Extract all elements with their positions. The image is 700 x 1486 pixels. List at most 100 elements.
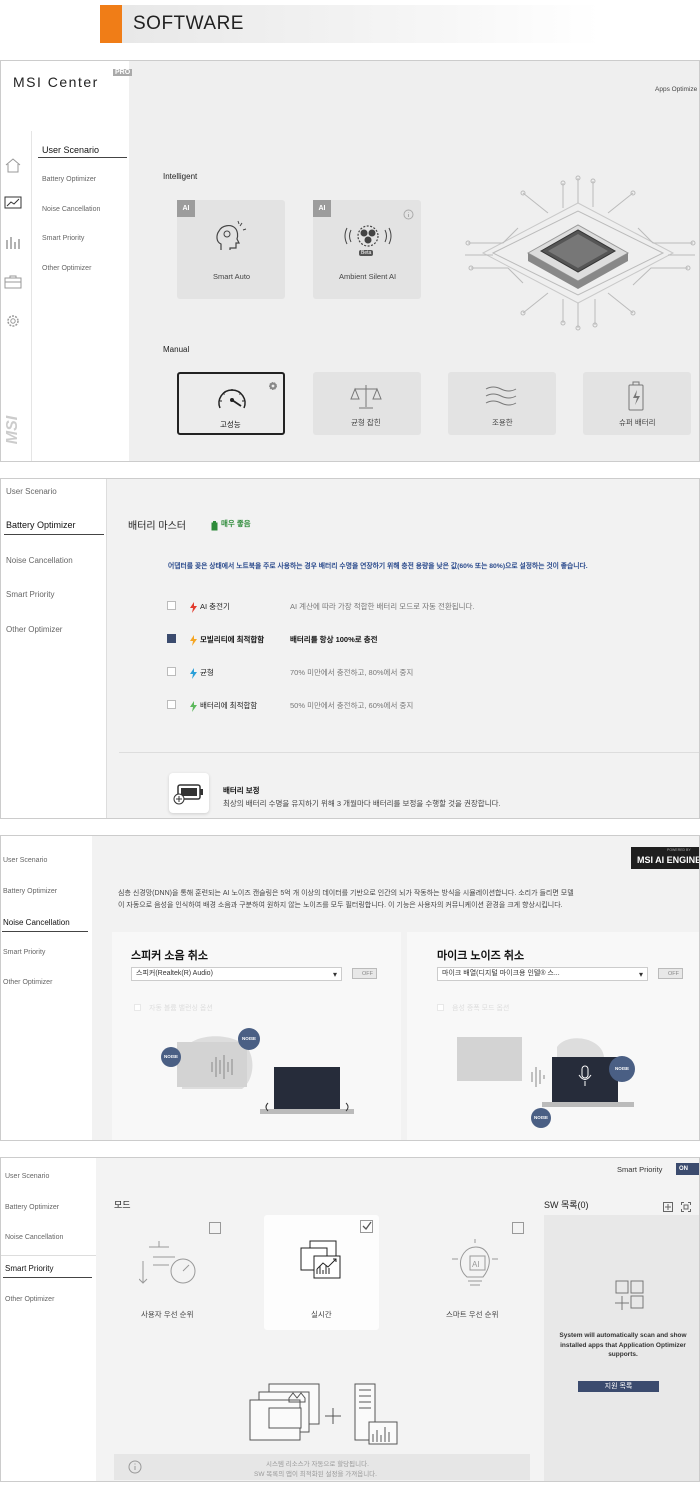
card-label: 균형 잡힌 [351, 418, 381, 427]
sidebar-item-smart-priority[interactable]: Smart Priority [5, 1264, 53, 1273]
sidebar-item-noise-cancellation[interactable]: Noise Cancellation [5, 1234, 63, 1241]
mode-checkbox[interactable] [512, 1222, 524, 1234]
ai-charger-checkbox[interactable] [167, 601, 176, 610]
noise-cancellation-window: User Scenario Battery Optimizer Noise Ca… [0, 835, 700, 1141]
sidebar-item-noise-cancellation[interactable]: Noise Cancellation [6, 556, 73, 565]
battery-notice: 어댑터를 꽂은 상태에서 노트북을 주로 사용하는 경우 배터리 수명을 연장하… [168, 563, 588, 570]
speaker-device-select[interactable]: 스피커(Realtek(R) Audio) ▾ [131, 967, 342, 981]
ai-noise-desc-2: 이 자동으로 음성을 인식하여 배경 소음과 구분하여 원하지 않는 노이즈를 … [118, 902, 563, 909]
mic-device-select[interactable]: 마이크 배열(디지털 마이크용 인텔® 스... ▾ [437, 967, 648, 981]
mobility-checkbox[interactable] [167, 634, 176, 643]
voice-amp-option: 음성 증폭 모드 옵션 [452, 1005, 510, 1012]
sidebar-item-user-scenario[interactable]: User Scenario [5, 1173, 49, 1180]
smart-priority-toggle[interactable]: ON [676, 1163, 699, 1175]
user-priority-mode[interactable]: 사용자 우선 순위 [123, 1215, 238, 1330]
sw-list-label: SW 목록(0) [544, 1200, 589, 1210]
smart-auto-card[interactable]: AI Smart Auto [177, 200, 285, 299]
ai-lightbulb-icon: AI [450, 1239, 500, 1294]
info-icon [128, 1460, 142, 1479]
balanced-checkbox[interactable] [167, 667, 176, 676]
balanced-card[interactable]: 균형 잡힌 [313, 372, 421, 435]
sidebar-item-other-optimizer[interactable]: Other Optimizer [42, 265, 91, 272]
lightning-green-icon [190, 699, 197, 717]
support-list-button[interactable]: 지원 목록 [578, 1381, 659, 1392]
calibration-title: 배터리 보정 [223, 786, 260, 795]
card-label: 고성능 [220, 420, 241, 429]
battery-calibration-button[interactable] [169, 773, 209, 813]
option-name: 배터리에 최적합함 [200, 701, 258, 710]
mic-toggle[interactable]: OFF [658, 968, 683, 979]
card-label: 슈퍼 배터리 [619, 418, 656, 427]
battery-status-icon [211, 518, 218, 536]
section-title: SOFTWARE [133, 13, 244, 34]
section-header: SOFTWARE [100, 5, 600, 43]
ambient-silent-ai-card[interactable]: AI Beta Ambient Silent AI [313, 200, 421, 299]
lightning-orange-icon [190, 633, 197, 651]
smart-priority-label: Smart Priority [617, 1165, 663, 1174]
sidebar-item-battery-optimizer[interactable]: Battery Optimizer [3, 888, 57, 895]
checked-checkbox-icon[interactable] [360, 1220, 374, 1239]
app-logo: MSI Center [13, 74, 99, 90]
settings-gear-icon[interactable] [4, 312, 22, 335]
brand-name: MSI AI ENGINE [637, 855, 700, 865]
mode-label-text: 실시간 [311, 1310, 332, 1319]
app-grid-icon [612, 1279, 648, 1320]
sidebar-item-smart-priority[interactable]: Smart Priority [3, 949, 45, 956]
sidebar-item-user-scenario[interactable]: User Scenario [6, 487, 57, 496]
mode-label: 모드 [114, 1200, 131, 1210]
balance-scale-icon [349, 382, 383, 415]
header-accent [100, 5, 122, 43]
dropdown-arrow-icon: ▾ [638, 970, 643, 979]
super-battery-card[interactable]: 슈퍼 배터리 [583, 372, 691, 435]
sidebar-item-user-scenario[interactable]: User Scenario [42, 145, 99, 155]
toolbox-icon[interactable] [4, 274, 22, 295]
battery-optimal-checkbox[interactable] [167, 700, 176, 709]
sidebar-item-noise-cancellation[interactable]: Noise Cancellation [3, 918, 70, 927]
home-icon[interactable] [4, 157, 22, 178]
noise-bubble: NOISE [609, 1056, 635, 1082]
msi-watermark-logo: MSI [4, 415, 22, 445]
sidebar: MSI Center PRO MSI User Scenario Battery… [1, 61, 133, 461]
pro-badge: PRO [113, 69, 133, 76]
sidebar-item-smart-priority[interactable]: Smart Priority [42, 235, 84, 242]
calibration-desc: 최상의 배터리 수명을 유지하기 위해 3 개월마다 배터리를 보정을 수행할 … [223, 799, 501, 808]
mic-noise-panel: 마이크 노이즈 취소 마이크 배열(디지털 마이크용 인텔® 스... ▾ OF… [407, 932, 699, 1140]
ai-brain-head-icon [213, 220, 249, 261]
battery-bolt-icon [623, 380, 649, 417]
sidebar-item-user-scenario[interactable]: User Scenario [3, 857, 47, 864]
beta-tag: Beta [359, 250, 374, 256]
sidebar-item-other-optimizer[interactable]: Other Optimizer [5, 1296, 54, 1303]
sidebar-item-battery-optimizer[interactable]: Battery Optimizer [5, 1204, 59, 1211]
sidebar-item-battery-optimizer[interactable]: Battery Optimizer [6, 520, 76, 530]
option-desc: 50% 미만에서 충전하고, 60%에서 중지 [290, 701, 414, 710]
apps-optimize-link[interactable]: Apps Optimize [655, 86, 697, 93]
silent-card[interactable]: 조용한 [448, 372, 556, 435]
mic-title: 마이크 노이즈 취소 [437, 950, 525, 962]
selected-device: 스피커(Realtek(R) Audio) [136, 970, 213, 977]
card-label: Ambient Silent AI [339, 272, 397, 281]
sidebar-item-other-optimizer[interactable]: Other Optimizer [3, 979, 52, 986]
option-name: 균형 [200, 668, 214, 677]
sidebar-item-noise-cancellation[interactable]: Noise Cancellation [42, 206, 100, 213]
settings-gear-icon[interactable] [268, 378, 278, 396]
bar-chart-icon[interactable] [4, 234, 22, 255]
info-icon[interactable] [403, 207, 414, 225]
chart-trend-icon[interactable] [4, 195, 22, 216]
battery-optimizer-window: User Scenario Battery Optimizer Noise Ca… [0, 478, 700, 819]
dropdown-arrow-icon: ▾ [332, 970, 337, 979]
sidebar-item-battery-optimizer[interactable]: Battery Optimizer [42, 176, 96, 183]
auto-volume-option: 자동 볼륨 밸런싱 옵션 [149, 1005, 213, 1012]
sidebar-item-other-optimizer[interactable]: Other Optimizer [6, 625, 62, 634]
voice-amp-checkbox[interactable] [437, 1004, 444, 1011]
high-performance-card[interactable]: 고성능 [177, 372, 285, 435]
sidebar-item-smart-priority[interactable]: Smart Priority [6, 590, 54, 599]
smart-priority-mode[interactable]: AI 스마트 우선 순위 [406, 1215, 531, 1330]
cpu-chip-illustration [463, 173, 697, 338]
msi-center-window: MSI Center PRO MSI User Scenario Battery… [0, 60, 700, 462]
speaker-toggle[interactable]: OFF [352, 968, 377, 979]
option-name: 모빌리티에 최적합함 [200, 635, 265, 644]
auto-volume-checkbox[interactable] [134, 1004, 141, 1011]
footer-info-bar: 시스템 리소스가 자동으로 할당됩니다. SW 목록의 앱이 최적화된 설정을 … [114, 1454, 530, 1480]
realtime-mode[interactable]: 실시간 [264, 1215, 379, 1330]
mode-checkbox[interactable] [209, 1222, 221, 1234]
